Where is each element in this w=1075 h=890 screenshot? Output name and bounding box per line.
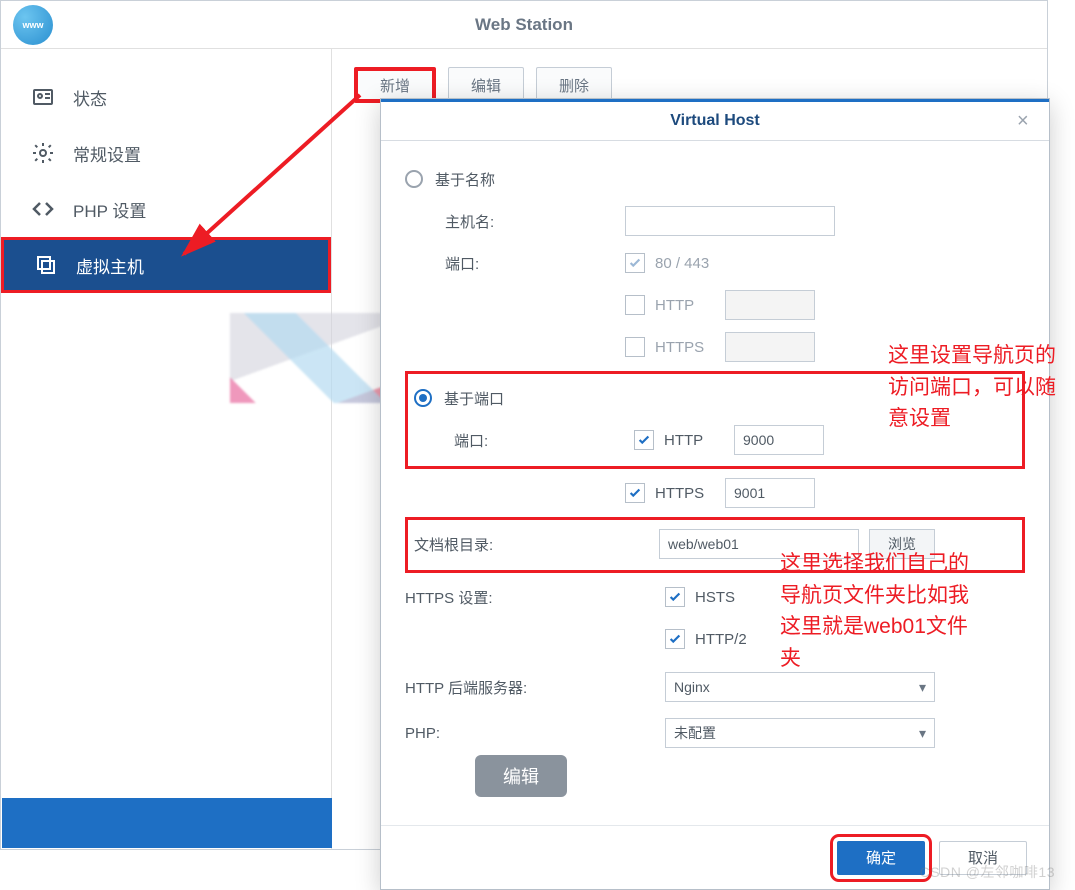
id-card-icon [31, 85, 55, 109]
label-hostname: 主机名: [405, 211, 625, 232]
row-https-port: HTTPS [405, 473, 1025, 513]
close-icon[interactable]: × [1017, 112, 1035, 130]
radio-name-based[interactable] [405, 170, 423, 188]
watermark: CSDN @左邻咖啡13 [920, 862, 1055, 882]
label-https-settings: HTTPS 设置: [405, 587, 665, 608]
check-https-name[interactable] [625, 337, 645, 357]
mosaic-overlay [230, 313, 400, 403]
dialog-header: Virtual Host × [381, 99, 1049, 141]
radio-port-based[interactable] [414, 389, 432, 407]
backend-select[interactable]: Nginx [665, 672, 935, 702]
gear-icon [31, 141, 55, 165]
row-php: PHP: 未配置 [405, 713, 1025, 753]
edit-badge: 编辑 [475, 755, 567, 797]
check-http-name[interactable] [625, 295, 645, 315]
annotation-docroot: 这里选择我们自己的导航页文件夹比如我这里就是web01文件夹 [780, 548, 980, 674]
label-http2: HTTP [664, 432, 724, 449]
row-name-based: 基于名称 [405, 159, 1025, 199]
sidebar-item-status[interactable]: 状态 [1, 69, 331, 125]
check-default-ports[interactable] [625, 253, 645, 273]
sidebar-item-general[interactable]: 常规设置 [1, 125, 331, 181]
ok-button[interactable]: 确定 [837, 841, 925, 875]
label-hsts: HSTS [695, 589, 735, 606]
annotation-port: 这里设置导航页的访问端口，可以随意设置 [888, 340, 1063, 435]
label-default-ports: 80 / 443 [655, 255, 709, 272]
check-http2[interactable] [665, 629, 685, 649]
layers-icon [34, 253, 58, 277]
label-name-based: 基于名称 [435, 169, 495, 190]
sidebar-item-label: 状态 [73, 85, 107, 110]
app-logo-icon: www [13, 5, 53, 45]
https-port-name-input[interactable] [725, 332, 815, 362]
app-title: Web Station [475, 15, 573, 35]
label-php: PHP: [405, 725, 665, 742]
footer-bar [2, 798, 332, 848]
check-http-port[interactable] [634, 430, 654, 450]
hostname-input[interactable] [625, 206, 835, 236]
label-https: HTTPS [655, 339, 715, 356]
php-select[interactable]: 未配置 [665, 718, 935, 748]
label-http: HTTP [655, 297, 715, 314]
row-http-name: HTTP [405, 285, 1025, 325]
http-port-name-input[interactable] [725, 290, 815, 320]
label-port-based: 基于端口 [444, 388, 504, 409]
check-https-port[interactable] [625, 483, 645, 503]
http-port-input[interactable] [734, 425, 824, 455]
sidebar: 状态 常规设置 PHP 设置 虚拟主机 [1, 49, 331, 849]
sidebar-item-label: 虚拟主机 [76, 253, 144, 278]
sidebar-item-label: PHP 设置 [73, 197, 146, 222]
https-port-input[interactable] [725, 478, 815, 508]
label-port: 端口: [405, 253, 625, 274]
row-port-default: 端口: 80 / 443 [405, 243, 1025, 283]
label-backend: HTTP 后端服务器: [405, 677, 665, 698]
label-docroot: 文档根目录: [414, 534, 659, 555]
sidebar-item-label: 常规设置 [73, 141, 141, 166]
sidebar-item-php[interactable]: PHP 设置 [1, 181, 331, 237]
label-https2: HTTPS [655, 485, 715, 502]
label-port2: 端口: [414, 430, 634, 451]
dialog-title: Virtual Host [670, 112, 760, 130]
sidebar-item-vhost[interactable]: 虚拟主机 [1, 237, 331, 293]
code-icon [31, 197, 55, 221]
label-http2-opt: HTTP/2 [695, 631, 747, 648]
check-hsts[interactable] [665, 587, 685, 607]
row-hostname: 主机名: [405, 201, 1025, 241]
titlebar: www Web Station [1, 1, 1047, 49]
